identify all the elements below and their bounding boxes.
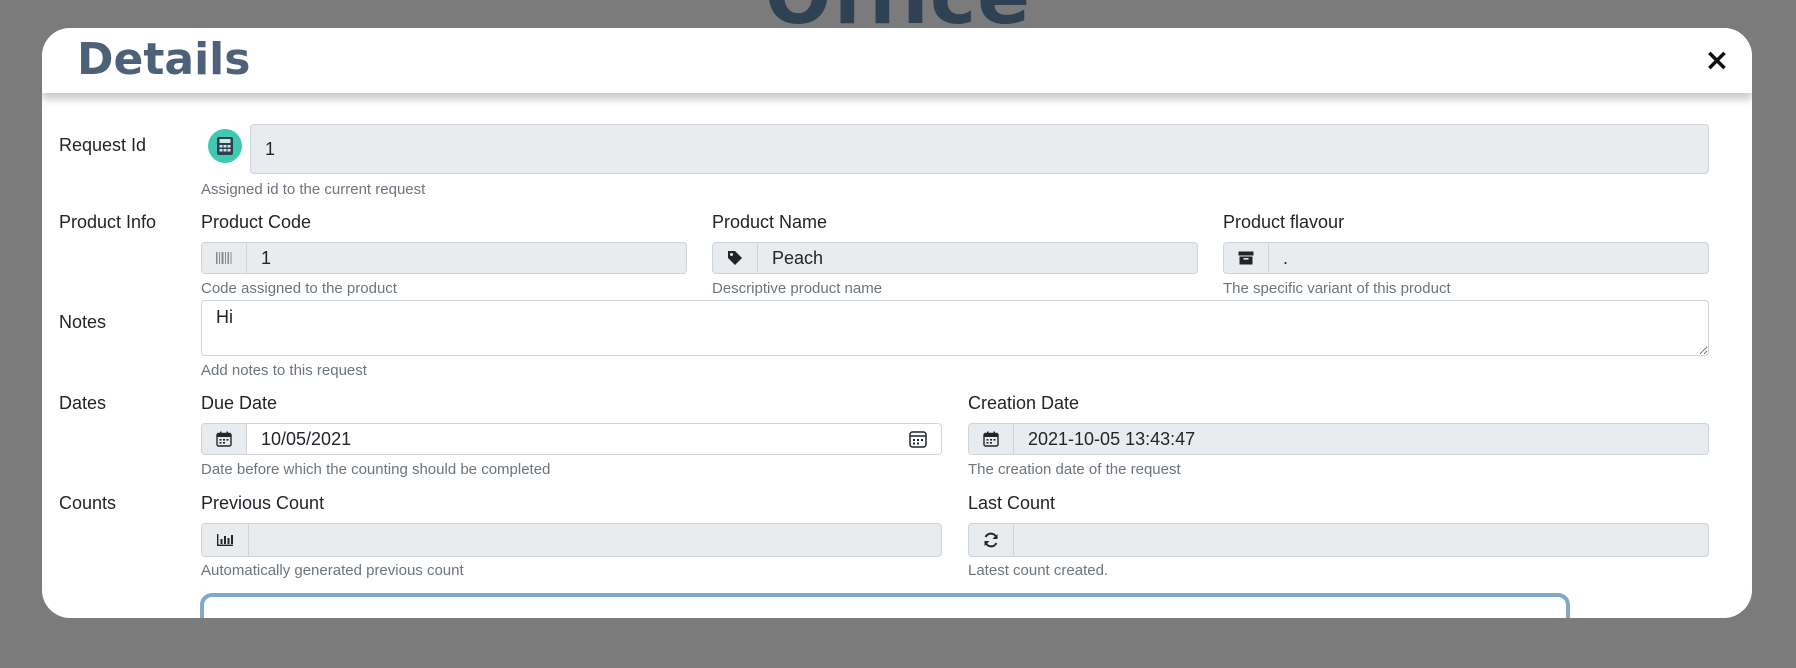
creation-date-field[interactable]: 2021-10-05 13:43:47 — [968, 423, 1709, 455]
history-panel — [200, 593, 1570, 618]
refresh-icon — [969, 524, 1014, 556]
due-date-help: Date before which the counting should be… — [201, 461, 551, 478]
previous-count-help: Automatically generated previous count — [201, 562, 464, 579]
request-id-help: Assigned id to the current request — [201, 181, 426, 198]
request-id-value: 1 — [265, 138, 276, 159]
dates-label: Dates — [59, 393, 107, 413]
bar-chart-icon — [202, 524, 249, 556]
close-button[interactable]: × — [1700, 44, 1734, 78]
due-date-field[interactable]: 10/05/2021 — [201, 423, 942, 455]
product-flavour-help: The specific variant of this product — [1223, 280, 1451, 297]
creation-date-help: The creation date of the request — [968, 461, 1181, 478]
creation-date-value: 2021-10-05 13:43:47 — [1028, 428, 1196, 449]
product-name-help: Descriptive product name — [712, 280, 883, 297]
due-date-label: Due Date — [201, 393, 278, 413]
previous-count-field[interactable] — [201, 523, 942, 557]
product-code-value: 1 — [261, 247, 272, 268]
last-count-label: Last Count — [968, 493, 1056, 513]
product-flavour-label: Product flavour — [1223, 212, 1345, 232]
product-name-field[interactable]: Peach — [712, 242, 1198, 274]
last-count-field[interactable] — [968, 523, 1709, 557]
date-picker-icon[interactable] — [903, 424, 933, 454]
notes-textarea[interactable]: Hi — [201, 300, 1709, 356]
barcode-icon — [202, 243, 247, 273]
last-count-help: Latest count created. — [968, 562, 1109, 579]
request-id-label: Request Id — [59, 135, 147, 155]
previous-count-label: Previous Count — [201, 493, 325, 513]
product-info-label: Product Info — [59, 212, 157, 232]
calendar-icon — [202, 424, 247, 454]
archive-icon — [1224, 243, 1269, 273]
product-name-label: Product Name — [712, 212, 828, 232]
details-modal: Details × Request Id 1 Assigned id to th… — [42, 28, 1752, 618]
product-name-value: Peach — [772, 247, 824, 268]
modal-header: Details × — [42, 28, 1752, 93]
product-flavour-value: . — [1283, 247, 1289, 268]
due-date-value: 10/05/2021 — [261, 428, 352, 449]
request-id-field[interactable]: 1 — [250, 124, 1709, 174]
product-code-label: Product Code — [201, 212, 312, 232]
product-flavour-field[interactable]: . — [1223, 242, 1709, 274]
notes-label: Notes — [59, 312, 107, 332]
notes-help: Add notes to this request — [201, 362, 367, 379]
modal-title: Details — [77, 34, 251, 85]
tag-icon — [713, 243, 758, 273]
calendar-icon — [969, 424, 1014, 454]
counts-label: Counts — [59, 493, 117, 513]
product-code-field[interactable]: 1 — [201, 242, 687, 274]
calculator-icon — [208, 129, 242, 163]
product-code-help: Code assigned to the product — [201, 280, 397, 297]
creation-date-label: Creation Date — [968, 393, 1080, 413]
